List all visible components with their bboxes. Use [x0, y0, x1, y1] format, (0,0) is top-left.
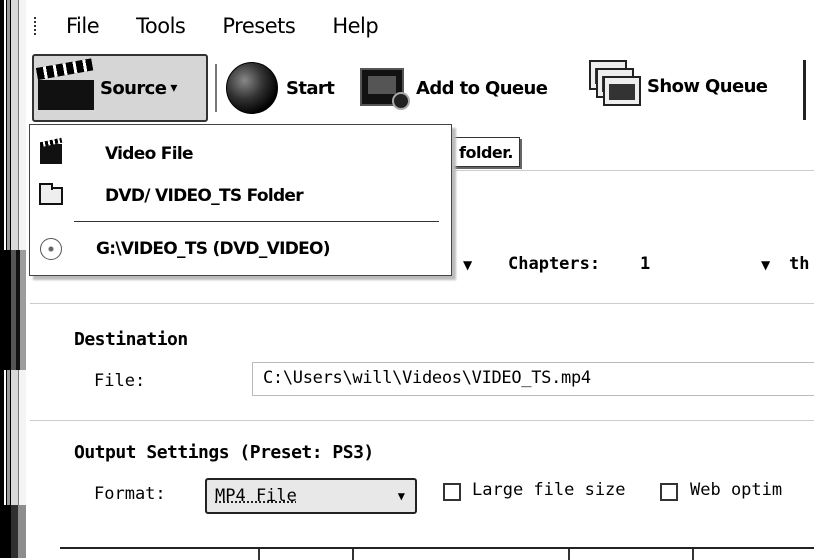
start-icon: [226, 62, 278, 114]
start-button[interactable]: Start: [226, 62, 335, 114]
add-to-queue-icon: [360, 66, 410, 110]
add-to-queue-label: Add to Queue: [416, 77, 548, 99]
source-menu-item-dvd-folder[interactable]: DVD/ VIDEO_TS Folder: [30, 177, 451, 215]
tab-divider[interactable]: [258, 549, 260, 560]
show-queue-icon: [587, 60, 645, 112]
clapperboard-icon: [38, 142, 64, 166]
source-button[interactable]: Source ▾: [32, 54, 208, 122]
format-label: Format:: [94, 484, 166, 504]
large-file-size-checkbox[interactable]: [443, 483, 461, 501]
show-queue-button[interactable]: Show Queue: [587, 60, 768, 112]
add-to-queue-button[interactable]: Add to Queue: [360, 66, 548, 110]
show-queue-label: Show Queue: [647, 75, 768, 97]
chevron-down-icon: ▾: [170, 80, 177, 96]
start-button-label: Start: [286, 77, 335, 99]
tab-divider[interactable]: [692, 549, 694, 560]
section-divider: [30, 303, 814, 304]
menu-file[interactable]: File: [66, 14, 100, 38]
toolbar-separator-right: [803, 60, 806, 120]
source-menu-separator: [74, 221, 439, 222]
folder-open-icon: [38, 183, 64, 208]
chevron-down-icon: ▼: [397, 489, 405, 503]
tab-divider[interactable]: [352, 549, 354, 560]
destination-title: Destination: [74, 329, 188, 350]
window-edge: [0, 0, 26, 558]
output-settings-title: Output Settings (Preset: PS3): [74, 442, 374, 463]
menu-tools[interactable]: Tools: [136, 14, 186, 38]
source-menu: Video File DVD/ VIDEO_TS Folder G:\VIDEO…: [29, 124, 452, 276]
source-menu-item-label: Video File: [105, 144, 193, 164]
disc-icon: [38, 237, 64, 261]
source-menu-item-label: G:\VIDEO_TS (DVD_VIDEO): [96, 239, 331, 259]
through-label: th: [789, 254, 810, 274]
window-edge-shade: [0, 250, 26, 370]
chapters-start-select[interactable]: 1: [640, 254, 650, 274]
source-menu-item-video-file[interactable]: Video File: [30, 135, 451, 173]
menu-grip-icon[interactable]: [30, 11, 40, 41]
clapperboard-icon: [35, 58, 96, 112]
format-select[interactable]: MP4 File ▼: [205, 478, 417, 514]
source-menu-item-dvd-drive[interactable]: G:\VIDEO_TS (DVD_VIDEO): [30, 230, 451, 268]
format-select-value: MP4 File: [215, 486, 297, 506]
web-optimized-checkbox[interactable]: [660, 483, 678, 501]
source-button-label: Source: [100, 77, 167, 99]
source-button-content: Source ▾: [35, 58, 177, 112]
menu-presets[interactable]: Presets: [222, 14, 295, 38]
toolbar: Source ▾ Start Add to Queue Show Queue: [30, 54, 814, 124]
tooltip: folder.: [452, 137, 520, 167]
settings-tab-strip: [60, 547, 814, 560]
chapters-dropdown-arrow-icon[interactable]: ▼: [761, 258, 770, 272]
menu-help[interactable]: Help: [332, 14, 378, 38]
large-file-size-label[interactable]: Large file size: [472, 480, 626, 500]
destination-file-input[interactable]: C:\Users\will\Videos\VIDEO_TS.mp4: [252, 362, 814, 396]
source-menu-item-label: DVD/ VIDEO_TS Folder: [105, 186, 304, 206]
menu-bar: File Tools Presets Help: [30, 8, 814, 44]
file-label: File:: [94, 371, 146, 391]
window-edge-shade-bottom: [0, 505, 26, 558]
toolbar-separator: [215, 64, 217, 112]
chapters-label: Chapters:: [508, 254, 601, 274]
section-divider: [30, 420, 814, 421]
title-dropdown-arrow-icon[interactable]: ▼: [463, 258, 472, 272]
tab-divider[interactable]: [568, 549, 570, 560]
web-optimized-label[interactable]: Web optim: [690, 480, 782, 500]
